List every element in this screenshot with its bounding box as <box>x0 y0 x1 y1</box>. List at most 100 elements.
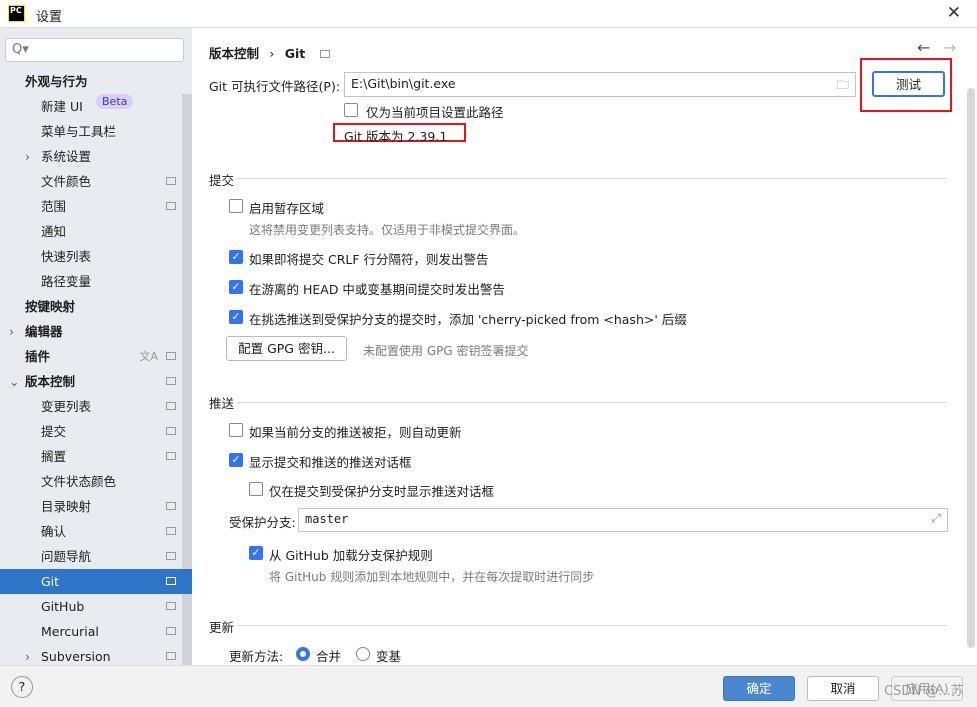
sidebar-item-label: 系统设置 <box>41 149 92 164</box>
gpg-button[interactable]: 配置 GPG 密钥... <box>226 336 347 361</box>
staging-hint: 这将禁用变更列表支持。仅适用于非模式提交界面。 <box>249 223 526 237</box>
protected-branches-value: master <box>305 512 349 526</box>
sidebar-item[interactable]: 确认 <box>0 519 182 544</box>
sidebar-item[interactable]: › 系统设置 <box>0 144 182 169</box>
show-dialog-label: 显示提交和推送的推送对话框 <box>249 455 412 470</box>
sidebar: Q▾ 外观与行为新建 UI Beta 菜单与工具栏 › 系统设置文件颜色范围通知快速列表… <box>0 28 192 666</box>
project-scope-icon <box>166 202 176 210</box>
sidebar-item-label: 菜单与工具栏 <box>41 124 117 139</box>
project-scope-icon <box>166 377 176 385</box>
project-scope-icon <box>166 577 176 585</box>
sidebar-item[interactable]: 范围 <box>0 194 182 219</box>
sidebar-item[interactable]: 文件颜色 <box>0 169 182 194</box>
sidebar-item-label: 按键映射 <box>25 299 76 314</box>
sidebar-item[interactable]: 插件 文A <box>0 344 182 369</box>
window-title: 设置 <box>36 10 63 25</box>
auto-update-checkbox[interactable] <box>229 423 243 437</box>
footer: ? 确定 取消 应用(A) CSDN @...苏 <box>0 665 977 707</box>
sidebar-item[interactable]: 目录映射 <box>0 494 182 519</box>
sidebar-item-label: 版本控制 <box>25 374 76 389</box>
sidebar-item-label: 编辑器 <box>25 324 63 339</box>
git-path-input[interactable]: E:\Git\bin\git.exe 🗀 <box>344 72 856 97</box>
cancel-button[interactable]: 取消 <box>807 676 879 701</box>
sidebar-item[interactable]: GitHub <box>0 594 182 619</box>
sidebar-item[interactable]: 通知 <box>0 219 182 244</box>
test-button[interactable]: 测试 <box>872 71 945 97</box>
project-scope-icon <box>166 427 176 435</box>
protected-only-label: 仅在提交到受保护分支时显示推送对话框 <box>269 484 495 499</box>
sidebar-item[interactable]: 按键映射 <box>0 294 182 319</box>
sidebar-item[interactable]: 菜单与工具栏 <box>0 119 182 144</box>
forward-arrow-icon[interactable]: → <box>943 38 956 57</box>
sidebar-item-label: 问题导航 <box>41 549 92 564</box>
sidebar-item-label: 外观与行为 <box>25 74 88 89</box>
project-scope-icon <box>166 527 176 535</box>
show-dialog-checkbox[interactable]: ✓ <box>229 453 243 467</box>
sidebar-item[interactable]: ⌄ 版本控制 <box>0 369 182 394</box>
sidebar-item-label: 确认 <box>41 524 67 539</box>
sidebar-item[interactable]: 文件状态颜色 <box>0 469 182 494</box>
head-checkbox[interactable]: ✓ <box>229 280 243 294</box>
cherry-checkbox[interactable]: ✓ <box>229 310 243 324</box>
protected-only-checkbox[interactable] <box>249 482 263 496</box>
project-only-checkbox[interactable] <box>344 103 358 117</box>
main-scrollbar[interactable] <box>967 88 975 648</box>
sidebar-item-label: 通知 <box>41 224 67 239</box>
git-version-text: Git 版本为 2.39.1 <box>344 129 448 144</box>
staging-label: 启用暂存区域 <box>249 201 325 216</box>
gpg-hint: 未配置使用 GPG 密钥签署提交 <box>363 344 529 358</box>
expand-icon[interactable]: ⤢ <box>931 511 941 526</box>
sidebar-item-label: 文件状态颜色 <box>41 474 117 489</box>
chevron-down-icon[interactable]: ⌄ <box>9 369 19 394</box>
back-arrow-icon[interactable]: ← <box>917 38 930 57</box>
commit-section-title: 提交 <box>209 173 235 188</box>
update-section-title: 更新 <box>209 620 235 635</box>
breadcrumb-current: Git <box>284 46 306 61</box>
github-rules-checkbox[interactable]: ✓ <box>249 546 263 560</box>
sidebar-item[interactable]: Git <box>0 569 192 594</box>
sidebar-item[interactable]: 问题导航 <box>0 544 182 569</box>
breadcrumb-separator: › <box>269 46 275 61</box>
rebase-radio[interactable] <box>356 647 370 661</box>
sidebar-item-label: 范围 <box>41 199 67 214</box>
auto-update-label: 如果当前分支的推送被拒，则自动更新 <box>249 425 462 440</box>
sidebar-item[interactable]: 快速列表 <box>0 244 182 269</box>
sidebar-item[interactable]: 新建 UI Beta <box>0 94 182 119</box>
head-label: 在游离的 HEAD 中或变基期间提交时发出警告 <box>249 282 505 297</box>
chevron-right-icon[interactable]: › <box>9 319 14 344</box>
git-path-label: Git 可执行文件路径(P): <box>209 79 341 94</box>
search-input[interactable]: Q▾ <box>5 38 184 62</box>
sidebar-item[interactable]: 路径变量 <box>0 269 182 294</box>
github-rules-label: 从 GitHub 加载分支保护规则 <box>269 548 433 563</box>
sidebar-item-label: Git <box>41 574 60 589</box>
staging-checkbox[interactable] <box>229 199 243 213</box>
chevron-right-icon[interactable]: › <box>25 144 30 169</box>
project-scope-icon <box>166 402 176 410</box>
crlf-label: 如果即将提交 CRLF 行分隔符，则发出警告 <box>249 252 489 267</box>
sidebar-item[interactable]: 搁置 <box>0 444 182 469</box>
push-section-title: 推送 <box>209 396 235 411</box>
translate-icon: 文A <box>139 350 158 363</box>
project-scope-icon <box>166 177 176 185</box>
sidebar-item[interactable]: › 编辑器 <box>0 319 182 344</box>
folder-icon[interactable]: 🗀 <box>836 76 849 97</box>
project-scope-icon <box>166 627 176 635</box>
close-icon[interactable]: ✕ <box>947 3 961 23</box>
project-scope-icon <box>319 50 330 58</box>
breadcrumb: 版本控制 › Git <box>209 43 330 62</box>
project-scope-icon <box>166 352 176 360</box>
breadcrumb-parent[interactable]: 版本控制 <box>209 46 259 61</box>
sidebar-item[interactable]: Mercurial <box>0 619 182 644</box>
protected-branches-input[interactable]: master ⤢ <box>298 508 948 532</box>
project-scope-icon <box>166 452 176 460</box>
help-button[interactable]: ? <box>11 676 33 698</box>
ok-button[interactable]: 确定 <box>723 676 795 701</box>
sidebar-item[interactable]: 变更列表 <box>0 394 182 419</box>
divider <box>237 625 947 626</box>
merge-radio[interactable] <box>296 647 310 661</box>
sidebar-item[interactable]: 外观与行为 <box>0 69 182 94</box>
crlf-checkbox[interactable]: ✓ <box>229 250 243 264</box>
title-bar: PC 设置 ✕ <box>0 0 977 28</box>
sidebar-item[interactable]: 提交 <box>0 419 182 444</box>
sidebar-item-label: 路径变量 <box>41 274 92 289</box>
